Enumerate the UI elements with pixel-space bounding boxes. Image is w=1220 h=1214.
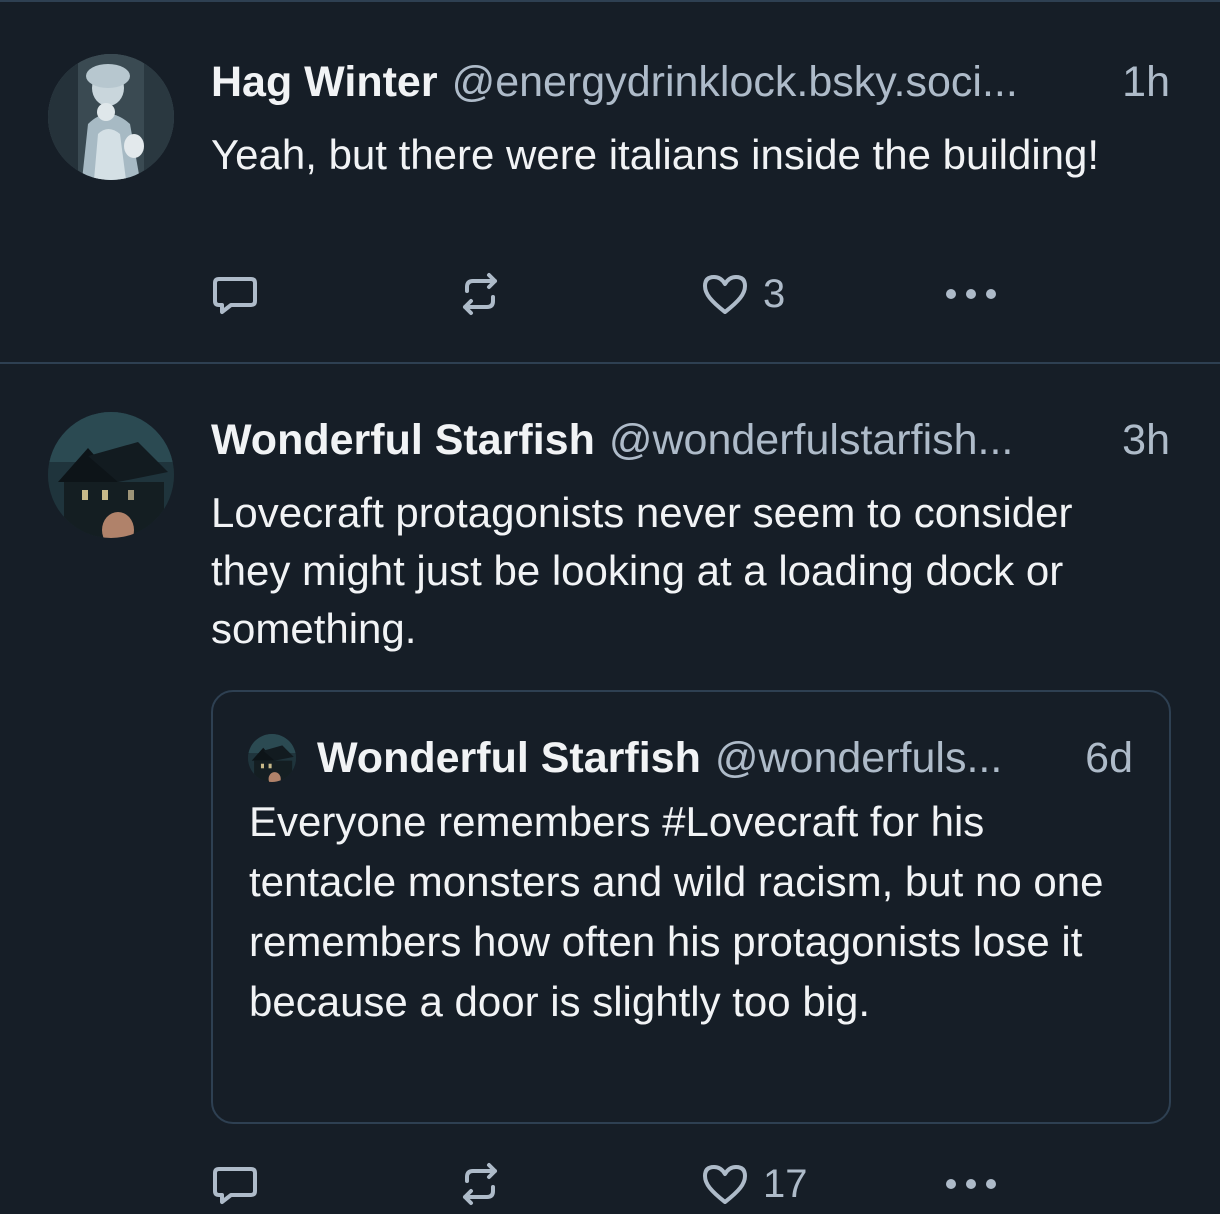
like-button[interactable]: 3 (701, 264, 785, 324)
more-icon (946, 1179, 996, 1189)
avatar-victorian-figure (48, 54, 174, 180)
avatar[interactable] (48, 412, 174, 538)
display-name[interactable]: Hag Winter (211, 56, 438, 108)
quoted-post-text: Everyone remembers #Lovecraft for his te… (249, 798, 1104, 1025)
heart-icon (703, 1165, 747, 1204)
timestamp[interactable]: 3h (1122, 414, 1170, 466)
like-count: 3 (763, 271, 786, 316)
feed: Hag Winter @energydrinklock.bsky.soci...… (0, 0, 1220, 1214)
more-button[interactable] (941, 264, 1001, 324)
reply-button[interactable] (211, 264, 259, 324)
like-button[interactable]: 17 (701, 1154, 808, 1214)
post-actions: 17 (211, 1154, 1220, 1214)
avatar[interactable] (48, 54, 174, 180)
more-button[interactable] (941, 1154, 1001, 1214)
post-text: Lovecraft protagonists never seem to con… (211, 489, 1073, 652)
timestamp[interactable]: 1h (1122, 56, 1170, 108)
quoted-avatar[interactable] (248, 734, 296, 782)
reply-icon (213, 1167, 257, 1204)
repost-button[interactable] (455, 1154, 505, 1214)
quoted-handle[interactable]: @wonderfuls... (715, 732, 1073, 784)
post-header: Wonderful Starfish @wonderfulstarfish...… (211, 414, 1170, 466)
reply-icon (213, 277, 257, 314)
quoted-post-header: Wonderful Starfish @wonderfuls... 6d (317, 732, 1133, 784)
avatar-dark-house (48, 412, 174, 538)
handle[interactable]: @energydrinklock.bsky.soci... (452, 56, 1111, 108)
handle[interactable]: @wonderfulstarfish... (609, 414, 1110, 466)
quoted-display-name[interactable]: Wonderful Starfish (317, 732, 701, 784)
avatar-dark-house (248, 734, 296, 782)
post[interactable]: Hag Winter @energydrinklock.bsky.soci...… (0, 2, 1220, 364)
like-count: 17 (763, 1161, 808, 1206)
reply-button[interactable] (211, 1154, 259, 1214)
post-header: Hag Winter @energydrinklock.bsky.soci...… (211, 56, 1170, 108)
repost-icon (463, 273, 497, 315)
display-name[interactable]: Wonderful Starfish (211, 414, 595, 466)
more-icon (946, 289, 996, 299)
quoted-timestamp[interactable]: 6d (1085, 732, 1133, 784)
post[interactable]: Wonderful Starfish @wonderfulstarfish...… (0, 364, 1220, 1214)
repost-icon (463, 1163, 497, 1205)
heart-icon (703, 275, 747, 314)
post-actions: 3 (211, 264, 1220, 324)
post-text: Yeah, but there were italians inside the… (211, 131, 1100, 178)
repost-button[interactable] (455, 264, 505, 324)
quoted-post[interactable]: Wonderful Starfish @wonderfuls... 6d Eve… (211, 690, 1171, 1124)
